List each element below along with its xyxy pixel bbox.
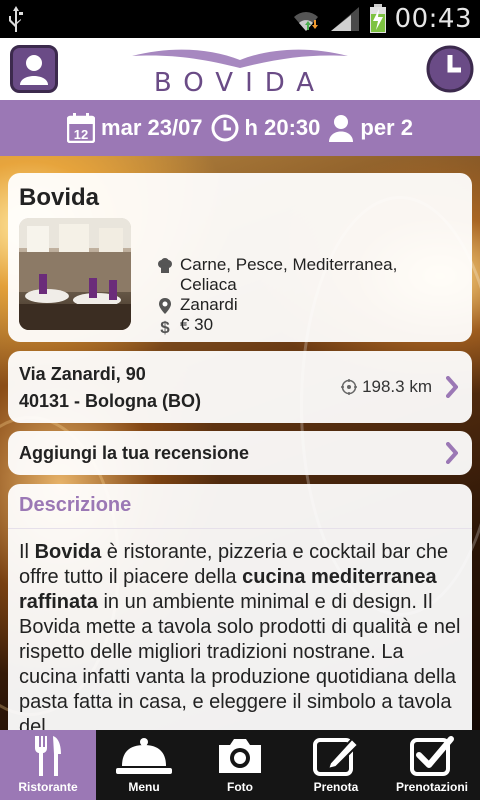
chevron-right-icon [446,376,458,398]
restaurant-name: Bovida [19,184,100,211]
app-header: BOVIDA [0,38,480,100]
price-row: $ € 30 [158,315,458,336]
address-card[interactable]: Via Zanardi, 90 40131 - Bologna (BO) 198… [8,351,472,423]
battery-icon [369,4,386,33]
booking-date-text: mar 23/07 [101,115,203,140]
tab-menu[interactable]: Menu [96,730,192,800]
status-bar: 00:43 [0,0,480,38]
calendar-icon: 12 [67,113,96,143]
booking-date[interactable]: 12 mar 23/07 [67,113,203,143]
area-row: Zanardi [158,295,458,315]
description-part: Il [19,541,35,563]
profile-button[interactable] [10,45,58,93]
clock-time: 00:43 [394,4,472,34]
add-review-label: Aggiungi la tua recensione [19,443,250,463]
pencil-icon [313,737,360,776]
wifi-icon [293,12,318,31]
tab-label: Foto [227,780,253,794]
tab-foto[interactable]: Foto [192,730,288,800]
checkbox-icon [410,736,454,776]
usb-icon [9,6,23,32]
description-card: Descrizione Il Bovida è ristorante, pizz… [8,484,472,744]
tab-prenota[interactable]: Prenota [288,730,384,800]
chevron-right-icon [446,442,458,464]
time-icon [211,114,239,142]
tab-ristorante[interactable]: Ristorante [0,730,96,800]
distance: 198.3 km [341,377,432,397]
tab-label: Menu [128,780,160,794]
chef-hat-icon [158,258,172,273]
area-text: Zanardi [180,295,238,314]
address-street: Via Zanardi, 90 [19,364,146,384]
svg-text:$: $ [160,318,170,336]
tab-label: Prenotazioni [395,780,468,794]
tab-label: Prenota [313,780,359,794]
add-review-card[interactable]: Aggiungi la tua recensione [8,431,472,475]
tab-prenotazioni[interactable]: Prenotazioni [384,730,480,800]
description-bold: Bovida [34,541,102,563]
booking-people[interactable]: per 2 [328,114,413,142]
calendar-day: 12 [74,127,88,142]
bovida-logo: BOVIDA [130,42,350,98]
location-pin-icon [159,298,171,314]
signal-icon [330,7,359,31]
user-icon [10,45,58,93]
person-icon [329,115,354,142]
booking-summary-bar[interactable]: 12 mar 23/07 h 20:30 per 2 [0,100,480,156]
history-button[interactable] [426,45,474,93]
booking-time[interactable]: h 20:30 [211,114,321,142]
tab-label: Ristorante [18,780,78,794]
restaurant-photo[interactable] [19,218,131,330]
description-part: in un ambiente minimal e di design. Il B… [19,591,461,738]
bottom-tab-bar: Ristorante Menu Foto Prenota Prenotazion… [0,730,480,800]
restaurant-meta: Carne, Pesce, Mediterranea, Celiaca Zana… [158,255,458,336]
cutlery-icon [35,736,61,776]
cuisine-text: Carne, Pesce, Mediterranea, Celiaca [180,255,398,294]
dollar-icon: $ [160,318,170,336]
restaurant-info-card: Bovida Carne, Pesce, Mediterranea, Celia… [8,173,472,342]
address-city: 40131 - Bologna (BO) [19,391,202,411]
compass-icon [341,379,358,395]
booking-time-text: h 20:30 [244,115,321,140]
logo-text: BOVIDA [153,68,327,98]
distance-text: 198.3 km [362,377,432,396]
divider [8,528,472,529]
price-text: € 30 [180,315,214,334]
description-text: Il Bovida è ristorante, pizzeria e cockt… [19,540,465,740]
cloche-icon [116,738,172,774]
description-title: Descrizione [19,494,132,516]
booking-people-text: per 2 [360,115,413,140]
cuisine-row: Carne, Pesce, Mediterranea, Celiaca [158,255,458,295]
clock-icon [426,45,474,93]
dining-room-image [19,218,131,330]
camera-icon [219,739,261,773]
